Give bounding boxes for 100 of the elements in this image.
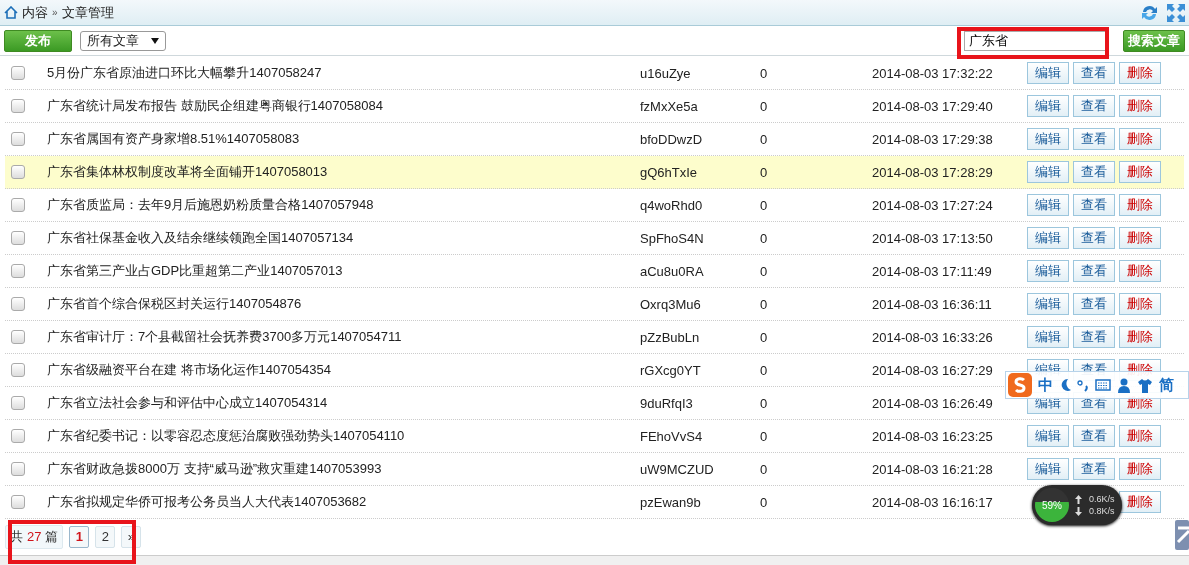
view-button[interactable]: 查看 <box>1073 227 1115 249</box>
network-speed-popup[interactable]: 59% 0.6K/s 0.8K/s <box>1032 485 1122 525</box>
table-row[interactable]: 广东省集体林权制度改革将全面铺开1407058013 gQ6hTxIe 0 2014-08-03 17:28:29 编辑 查看 删除 <box>5 156 1184 189</box>
row-checkbox[interactable] <box>11 264 25 278</box>
table-row[interactable]: 广东省审计厅：7个县截留社会抚养费3700多万元1407054711 pZzBubLn 0 2014-08-03 16:33:26 编辑 查看 删除 <box>5 321 1184 354</box>
keyboard-icon[interactable] <box>1095 379 1111 391</box>
edit-button[interactable]: 编辑 <box>1027 95 1069 117</box>
row-checkbox[interactable] <box>11 198 25 212</box>
edit-button[interactable]: 编辑 <box>1027 260 1069 282</box>
refresh-icon[interactable] <box>1140 3 1159 22</box>
view-button[interactable]: 查看 <box>1073 458 1115 480</box>
row-checkbox[interactable] <box>11 462 25 476</box>
punctuation-icon[interactable] <box>1077 378 1089 392</box>
home-icon[interactable] <box>4 6 18 19</box>
edit-button[interactable]: 编辑 <box>1027 62 1069 84</box>
page-button[interactable]: 1 <box>69 525 90 548</box>
table-row[interactable]: 广东省纪委书记：以零容忍态度惩治腐败强劲势头1407054110 FEhoVvS4 0 2014-08-03 16:23:25 编辑 查看 删除 <box>5 420 1184 453</box>
row-checkbox[interactable] <box>11 396 25 410</box>
view-button[interactable]: 查看 <box>1073 260 1115 282</box>
edit-button[interactable]: 编辑 <box>1027 293 1069 315</box>
article-date: 2014-08-03 17:29:38 <box>872 131 994 147</box>
delete-button[interactable]: 删除 <box>1119 62 1161 84</box>
row-checkbox[interactable] <box>11 495 25 509</box>
edit-button[interactable]: 编辑 <box>1027 458 1069 480</box>
row-checkbox[interactable] <box>11 297 25 311</box>
article-code: u16uZye <box>640 65 692 81</box>
row-checkbox[interactable] <box>11 165 25 179</box>
article-date: 2014-08-03 16:21:28 <box>872 461 994 477</box>
delete-button[interactable]: 删除 <box>1119 293 1161 315</box>
delete-button[interactable]: 删除 <box>1119 128 1161 150</box>
row-checkbox[interactable] <box>11 363 25 377</box>
delete-button[interactable]: 删除 <box>1119 194 1161 216</box>
page-button[interactable]: 2 <box>95 525 116 548</box>
delete-button[interactable]: 删除 <box>1119 260 1161 282</box>
row-checkbox[interactable] <box>11 132 25 146</box>
view-button[interactable]: 查看 <box>1073 194 1115 216</box>
shirt-icon[interactable] <box>1137 377 1153 393</box>
article-code: SpFhoS4N <box>640 230 705 246</box>
delete-button[interactable]: 删除 <box>1119 491 1161 513</box>
edit-button[interactable]: 编辑 <box>1027 227 1069 249</box>
upload-arrow-icon <box>1075 494 1082 504</box>
input-method-popup[interactable]: 中 简 <box>1005 371 1189 399</box>
view-button[interactable]: 查看 <box>1073 161 1115 183</box>
view-button[interactable]: 查看 <box>1073 293 1115 315</box>
delete-button[interactable]: 删除 <box>1119 425 1161 447</box>
edit-button[interactable]: 编辑 <box>1027 326 1069 348</box>
article-title: 广东省拟规定华侨可报考公务员当人大代表1407053682 <box>47 493 368 511</box>
table-row[interactable]: 广东省首个综合保税区封关运行1407054876 Oxrq3Mu6 0 2014-08-03 16:36:11 编辑 查看 删除 <box>5 288 1184 321</box>
edit-button[interactable]: 编辑 <box>1027 161 1069 183</box>
user-icon[interactable] <box>1117 377 1131 393</box>
delete-button[interactable]: 删除 <box>1119 326 1161 348</box>
view-button[interactable]: 查看 <box>1073 62 1115 84</box>
article-code: rGXcg0YT <box>640 362 702 378</box>
table-row[interactable]: 5月份广东省原油进口环比大幅攀升1407058247 u16uZye 0 2014-08-03 17:32:22 编辑 查看 删除 <box>5 57 1184 90</box>
row-checkbox[interactable] <box>11 231 25 245</box>
article-title: 广东省第三产业占GDP比重超第二产业1407057013 <box>47 262 344 280</box>
download-speed: 0.8K/s <box>1089 506 1115 516</box>
article-code: aCu8u0RA <box>640 263 705 279</box>
table-row[interactable]: 广东省社保基金收入及结余继续领跑全国1407057134 SpFhoS4N 0 2014-08-03 17:13:50 编辑 查看 删除 <box>5 222 1184 255</box>
delete-button[interactable]: 删除 <box>1119 458 1161 480</box>
article-title: 广东省立法社会参与和评估中心成立1407054314 <box>47 394 329 412</box>
row-checkbox[interactable] <box>11 429 25 443</box>
table-row[interactable]: 广东省财政急拨8000万 支持“威马逊”救灾重建1407053993 uW9MCZUD 0 2014-08-03 16:21:28 编辑 查看 删除 <box>5 453 1184 486</box>
delete-button[interactable]: 删除 <box>1119 161 1161 183</box>
view-button[interactable]: 查看 <box>1073 95 1115 117</box>
view-button[interactable]: 查看 <box>1073 128 1115 150</box>
fullscreen-icon[interactable] <box>1167 3 1185 22</box>
table-row[interactable]: 广东省质监局：去年9月后施恩奶粉质量合格1407057948 q4woRhd0 0 2014-08-03 17:27:24 编辑 查看 删除 <box>5 189 1184 222</box>
breadcrumb-current: 文章管理 <box>61 3 114 22</box>
view-count: 0 <box>760 197 769 213</box>
article-title: 广东省属国有资产身家增8.51%1407058083 <box>47 130 301 148</box>
breadcrumb-separator: » <box>52 7 58 18</box>
article-code: Oxrq3Mu6 <box>640 296 702 312</box>
view-count: 0 <box>760 230 769 246</box>
edit-button[interactable]: 编辑 <box>1027 194 1069 216</box>
row-checkbox[interactable] <box>11 330 25 344</box>
moon-icon[interactable] <box>1059 378 1071 392</box>
edit-button[interactable]: 编辑 <box>1027 425 1069 447</box>
row-checkbox[interactable] <box>11 66 25 80</box>
article-date: 2014-08-03 16:27:29 <box>872 362 994 378</box>
view-count: 0 <box>760 65 769 81</box>
delete-button[interactable]: 删除 <box>1119 227 1161 249</box>
view-button[interactable]: 查看 <box>1073 425 1115 447</box>
scroll-top-icon[interactable] <box>1175 520 1189 550</box>
breadcrumb-link[interactable]: 内容 <box>22 3 48 22</box>
article-date: 2014-08-03 16:36:11 <box>872 296 993 312</box>
article-date: 2014-08-03 17:13:50 <box>872 230 994 246</box>
delete-button[interactable]: 删除 <box>1119 95 1161 117</box>
row-checkbox[interactable] <box>11 99 25 113</box>
view-count: 0 <box>760 362 769 378</box>
sogou-logo-icon[interactable] <box>1008 373 1032 397</box>
edit-button[interactable]: 编辑 <box>1027 128 1069 150</box>
table-row[interactable]: 广东省第三产业占GDP比重超第二产业1407057013 aCu8u0RA 0 2014-08-03 17:11:49 编辑 查看 删除 <box>5 255 1184 288</box>
filter-dropdown[interactable]: 所有文章 <box>80 30 166 51</box>
view-count: 0 <box>760 131 769 147</box>
article-title: 广东省纪委书记：以零容忍态度惩治腐败强劲势头1407054110 <box>47 427 406 445</box>
article-date: 2014-08-03 16:26:49 <box>872 395 994 411</box>
view-button[interactable]: 查看 <box>1073 326 1115 348</box>
table-row[interactable]: 广东省统计局发布报告 鼓励民企组建粤商银行1407058084 fzMxXe5a 0 2014-08-03 17:29:40 编辑 查看 删除 <box>5 90 1184 123</box>
upload-speed: 0.6K/s <box>1089 494 1115 504</box>
